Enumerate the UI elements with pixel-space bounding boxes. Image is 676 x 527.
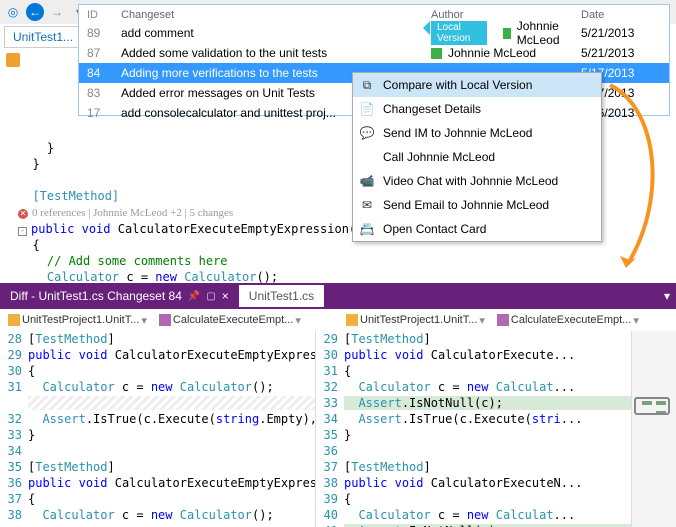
menu-send-im[interactable]: 💬Send IM to Johnnie McLeod	[353, 121, 601, 145]
test-status-icon: ✕	[18, 209, 28, 219]
codelens-author[interactable]: Johnnie McLeod +2	[93, 207, 182, 219]
history-col-changeset: Changeset	[121, 9, 431, 21]
crumb-method-left[interactable]: CalculateExecuteEmpt...▾	[155, 313, 305, 328]
overview-viewport[interactable]	[634, 397, 670, 415]
diff-view: 28[TestMethod] 29public void CalculatorE…	[0, 331, 676, 527]
compare-icon: ⧉	[359, 77, 375, 93]
pin-icon[interactable]: 📌	[188, 291, 200, 302]
diff-tab-bar: Diff - UnitTest1.cs Changeset 84 📌 ▢ × U…	[0, 283, 676, 309]
history-col-date: Date	[581, 9, 661, 21]
diff-tab-inactive[interactable]: UnitTest1.cs	[239, 285, 324, 307]
codelens-changes[interactable]: 5 changes	[190, 207, 234, 219]
nav-target-icon[interactable]: ◎	[4, 3, 22, 21]
method-icon	[497, 314, 509, 326]
changeset-context-menu: ⧉Compare with Local Version 📄Changeset D…	[352, 72, 602, 242]
email-icon: ✉	[359, 197, 375, 213]
history-row[interactable]: 89 add comment Local VersionJohnnie McLe…	[79, 23, 669, 43]
menu-changeset-details[interactable]: 📄Changeset Details	[353, 97, 601, 121]
class-icon	[8, 314, 20, 326]
collapse-toggle[interactable]: -	[18, 227, 27, 236]
crumb-project-left[interactable]: UnitTestProject1.UnitT...▾	[4, 313, 151, 328]
diff-tab-active[interactable]: Diff - UnitTest1.cs Changeset 84 📌 ▢ ×	[0, 285, 239, 307]
tab-overflow-icon[interactable]: ▾	[664, 289, 676, 303]
file-tab[interactable]: UnitTest1...	[4, 26, 88, 48]
method-icon	[159, 314, 171, 326]
codelens-refs[interactable]: 0 references	[32, 207, 85, 219]
forward-button[interactable]: →	[48, 3, 66, 21]
card-icon: 📇	[359, 221, 375, 237]
presence-icon	[431, 48, 442, 59]
crumb-project-right[interactable]: UnitTestProject1.UnitT...▾	[342, 313, 489, 328]
file-tab-label: UnitTest1...	[13, 30, 73, 44]
video-icon: 📹	[359, 173, 375, 189]
close-tab-icon[interactable]: ×	[222, 289, 229, 303]
history-col-id: ID	[87, 9, 121, 21]
local-version-badge: Local Version	[431, 21, 487, 45]
promote-icon[interactable]: ▢	[206, 291, 215, 302]
class-icon	[346, 314, 358, 326]
testmethod-attribute: [TestMethod]	[32, 189, 119, 203]
diff-overview-ruler[interactable]	[632, 331, 676, 527]
menu-compare-local[interactable]: ⧉Compare with Local Version	[353, 73, 601, 97]
history-row[interactable]: 87 Added some validation to the unit tes…	[79, 43, 669, 63]
diff-pane-right[interactable]: 29[TestMethod] 30public void CalculatorE…	[316, 331, 632, 527]
presence-icon	[503, 28, 511, 39]
menu-video-chat[interactable]: 📹Video Chat with Johnnie McLeod	[353, 169, 601, 193]
menu-call[interactable]: Call Johnnie McLeod	[353, 145, 601, 169]
chat-icon: 💬	[359, 125, 375, 141]
back-button[interactable]: ←	[26, 3, 44, 21]
phone-icon	[359, 149, 375, 165]
details-icon: 📄	[359, 101, 375, 117]
navigation-bar: UnitTestProject1.UnitT...▾ CalculateExec…	[0, 309, 676, 331]
menu-contact-card[interactable]: 📇Open Contact Card	[353, 217, 601, 241]
diff-pane-left[interactable]: 28[TestMethod] 29public void CalculatorE…	[0, 331, 316, 527]
crumb-method-right[interactable]: CalculateExecuteEmpt...▾	[493, 313, 643, 328]
menu-send-email[interactable]: ✉Send Email to Johnnie McLeod	[353, 193, 601, 217]
